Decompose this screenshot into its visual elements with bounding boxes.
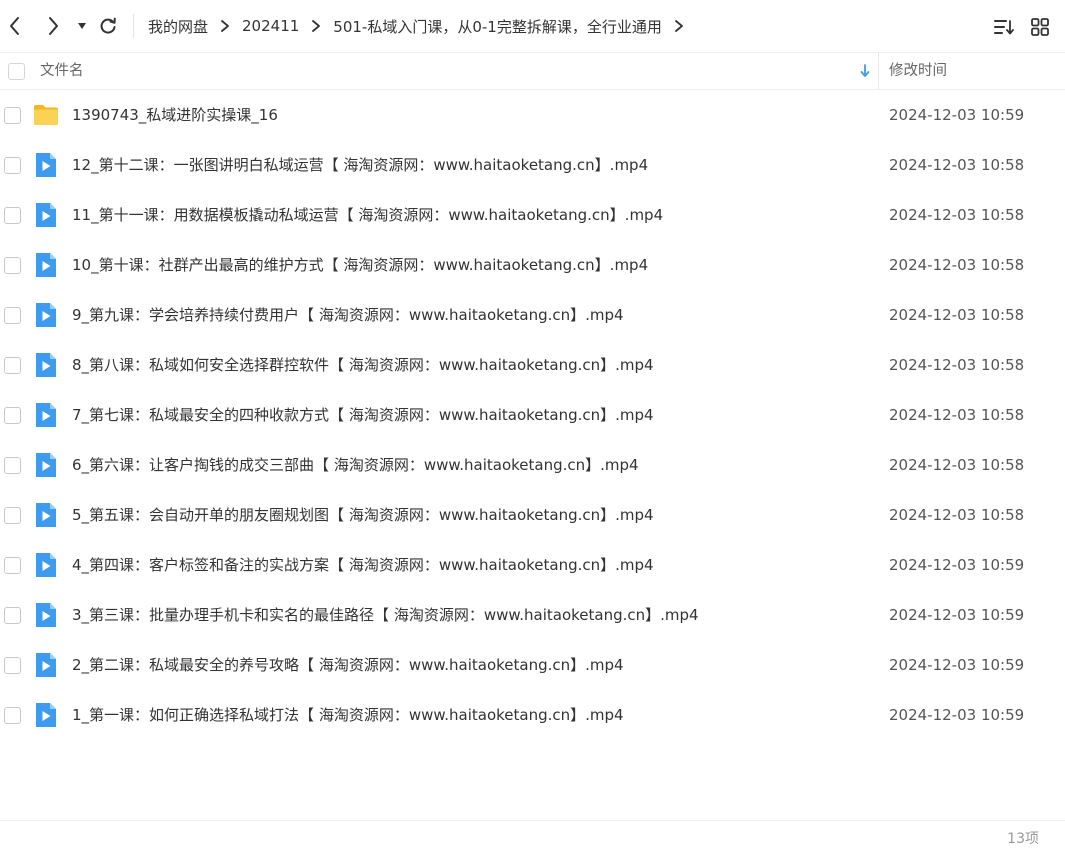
caret-down-icon: [78, 23, 86, 29]
row-checkbox[interactable]: [4, 307, 21, 324]
file-row[interactable]: 9_第九课：学会培养持续付费用户【 海淘资源网：www.haitaoketang…: [0, 290, 1065, 340]
folder-icon: [33, 102, 59, 128]
row-checkbox[interactable]: [4, 107, 21, 124]
row-checkbox[interactable]: [4, 657, 21, 674]
file-row[interactable]: 10_第十课：社群产出最高的维护方式【 海淘资源网：www.haitaoketa…: [0, 240, 1065, 290]
file-row[interactable]: 11_第十一课：用数据模板撬动私域运营【 海淘资源网：www.haitaoket…: [0, 190, 1065, 240]
file-modified-time: 2024-12-03 10:58: [889, 456, 1025, 474]
video-file-icon: [33, 652, 59, 678]
video-file-icon: [33, 402, 59, 428]
file-name[interactable]: 2_第二课：私域最安全的养号攻略【 海淘资源网：www.haitaoketang…: [72, 640, 624, 690]
row-checkbox[interactable]: [4, 457, 21, 474]
file-name[interactable]: 6_第六课：让客户掏钱的成交三部曲【 海淘资源网：www.haitaoketan…: [72, 440, 639, 490]
video-file-icon: [33, 502, 59, 528]
file-name[interactable]: 7_第七课：私域最安全的四种收款方式【 海淘资源网：www.haitaoketa…: [72, 390, 654, 440]
file-modified-time: 2024-12-03 10:58: [889, 256, 1025, 274]
column-header-modified-time[interactable]: 修改时间: [889, 53, 947, 90]
breadcrumb-item-folder[interactable]: 202411: [242, 17, 299, 35]
file-row[interactable]: 5_第五课：会自动开单的朋友圈规划图【 海淘资源网：www.haitaoketa…: [0, 490, 1065, 540]
row-checkbox[interactable]: [4, 557, 21, 574]
file-list-header: 文件名 修改时间: [0, 52, 1065, 90]
video-file-icon: [33, 152, 59, 178]
file-name[interactable]: 11_第十一课：用数据模板撬动私域运营【 海淘资源网：www.haitaoket…: [72, 190, 663, 240]
item-count: 13项: [1007, 831, 1039, 847]
file-modified-time: 2024-12-03 10:58: [889, 356, 1025, 374]
chevron-right-icon: [49, 17, 58, 35]
refresh-icon: [100, 17, 116, 34]
file-name[interactable]: 9_第九课：学会培养持续付费用户【 海淘资源网：www.haitaoketang…: [72, 290, 624, 340]
breadcrumb-item-current[interactable]: 501-私域入门课，从0-1完整拆解课，全行业通用: [333, 16, 662, 37]
forward-button[interactable]: [39, 12, 67, 40]
video-file-icon: [33, 552, 59, 578]
grid-view-button[interactable]: [1027, 14, 1053, 40]
file-modified-time: 2024-12-03 10:58: [889, 156, 1025, 174]
refresh-button[interactable]: [94, 12, 122, 40]
video-file-icon: [33, 252, 59, 278]
breadcrumb-separator-icon: [220, 19, 230, 33]
video-file-icon: [33, 702, 59, 728]
file-name[interactable]: 12_第十二课：一张图讲明白私域运营【 海淘资源网：www.haitaoketa…: [72, 140, 648, 190]
sort-list-icon: [994, 20, 1014, 35]
file-name[interactable]: 3_第三课：批量办理手机卡和实名的最佳路径【 海淘资源网：www.haitaok…: [72, 590, 699, 640]
file-modified-time: 2024-12-03 10:59: [889, 556, 1025, 574]
row-checkbox[interactable]: [4, 707, 21, 724]
column-resize-handle[interactable]: [878, 53, 879, 90]
row-checkbox[interactable]: [4, 257, 21, 274]
file-row[interactable]: 1_第一课：如何正确选择私域打法【 海淘资源网：www.haitaoketang…: [0, 690, 1065, 740]
file-modified-time: 2024-12-03 10:59: [889, 606, 1025, 624]
file-row[interactable]: 1390743_私域进阶实操课_16 2024-12-03 10:59: [0, 90, 1065, 140]
file-modified-time: 2024-12-03 10:58: [889, 206, 1025, 224]
file-name[interactable]: 1_第一课：如何正确选择私域打法【 海淘资源网：www.haitaoketang…: [72, 690, 624, 740]
file-row[interactable]: 6_第六课：让客户掏钱的成交三部曲【 海淘资源网：www.haitaoketan…: [0, 440, 1065, 490]
row-checkbox[interactable]: [4, 357, 21, 374]
video-file-icon: [33, 452, 59, 478]
file-name[interactable]: 1390743_私域进阶实操课_16: [72, 90, 278, 140]
breadcrumb-separator-icon: [311, 19, 321, 33]
file-modified-time: 2024-12-03 10:58: [889, 506, 1025, 524]
row-checkbox[interactable]: [4, 207, 21, 224]
toolbar-divider: [133, 14, 134, 38]
row-checkbox[interactable]: [4, 407, 21, 424]
file-row[interactable]: 4_第四课：客户标签和备注的实战方案【 海淘资源网：www.haitaoketa…: [0, 540, 1065, 590]
file-row[interactable]: 8_第八课：私域如何安全选择群控软件【 海淘资源网：www.haitaoketa…: [0, 340, 1065, 390]
file-name[interactable]: 5_第五课：会自动开单的朋友圈规划图【 海淘资源网：www.haitaoketa…: [72, 490, 654, 540]
file-modified-time: 2024-12-03 10:59: [889, 706, 1025, 724]
file-modified-time: 2024-12-03 10:59: [889, 656, 1025, 674]
breadcrumb-separator-icon: [674, 19, 684, 33]
file-name[interactable]: 4_第四课：客户标签和备注的实战方案【 海淘资源网：www.haitaoketa…: [72, 540, 654, 590]
file-row[interactable]: 7_第七课：私域最安全的四种收款方式【 海淘资源网：www.haitaoketa…: [0, 390, 1065, 440]
row-checkbox[interactable]: [4, 507, 21, 524]
chevron-left-icon: [10, 17, 19, 35]
file-row[interactable]: 3_第三课：批量办理手机卡和实名的最佳路径【 海淘资源网：www.haitaok…: [0, 590, 1065, 640]
status-bar: 13项: [0, 820, 1065, 857]
video-file-icon: [33, 302, 59, 328]
back-button[interactable]: [1, 12, 29, 40]
breadcrumb: 我的网盘 202411 501-私域入门课，从0-1完整拆解课，全行业通用: [148, 0, 696, 52]
toolbar: 我的网盘 202411 501-私域入门课，从0-1完整拆解课，全行业通用: [0, 0, 1065, 52]
breadcrumb-item-root[interactable]: 我的网盘: [148, 16, 208, 37]
video-file-icon: [33, 202, 59, 228]
column-header-name[interactable]: 文件名: [40, 53, 84, 90]
file-name[interactable]: 10_第十课：社群产出最高的维护方式【 海淘资源网：www.haitaoketa…: [72, 240, 648, 290]
file-row[interactable]: 2_第二课：私域最安全的养号攻略【 海淘资源网：www.haitaoketang…: [0, 640, 1065, 690]
video-file-icon: [33, 352, 59, 378]
sort-arrow-down-icon[interactable]: [858, 63, 872, 79]
file-row[interactable]: 12_第十二课：一张图讲明白私域运营【 海淘资源网：www.haitaoketa…: [0, 140, 1065, 190]
file-modified-time: 2024-12-03 10:58: [889, 306, 1025, 324]
row-checkbox[interactable]: [4, 157, 21, 174]
grid-view-icon: [1031, 18, 1049, 36]
row-checkbox[interactable]: [4, 607, 21, 624]
select-all-checkbox[interactable]: [8, 63, 25, 80]
history-dropdown-button[interactable]: [68, 12, 96, 40]
file-modified-time: 2024-12-03 10:59: [889, 106, 1025, 124]
file-name[interactable]: 8_第八课：私域如何安全选择群控软件【 海淘资源网：www.haitaoketa…: [72, 340, 654, 390]
file-modified-time: 2024-12-03 10:58: [889, 406, 1025, 424]
video-file-icon: [33, 602, 59, 628]
sort-order-button[interactable]: [991, 14, 1017, 40]
